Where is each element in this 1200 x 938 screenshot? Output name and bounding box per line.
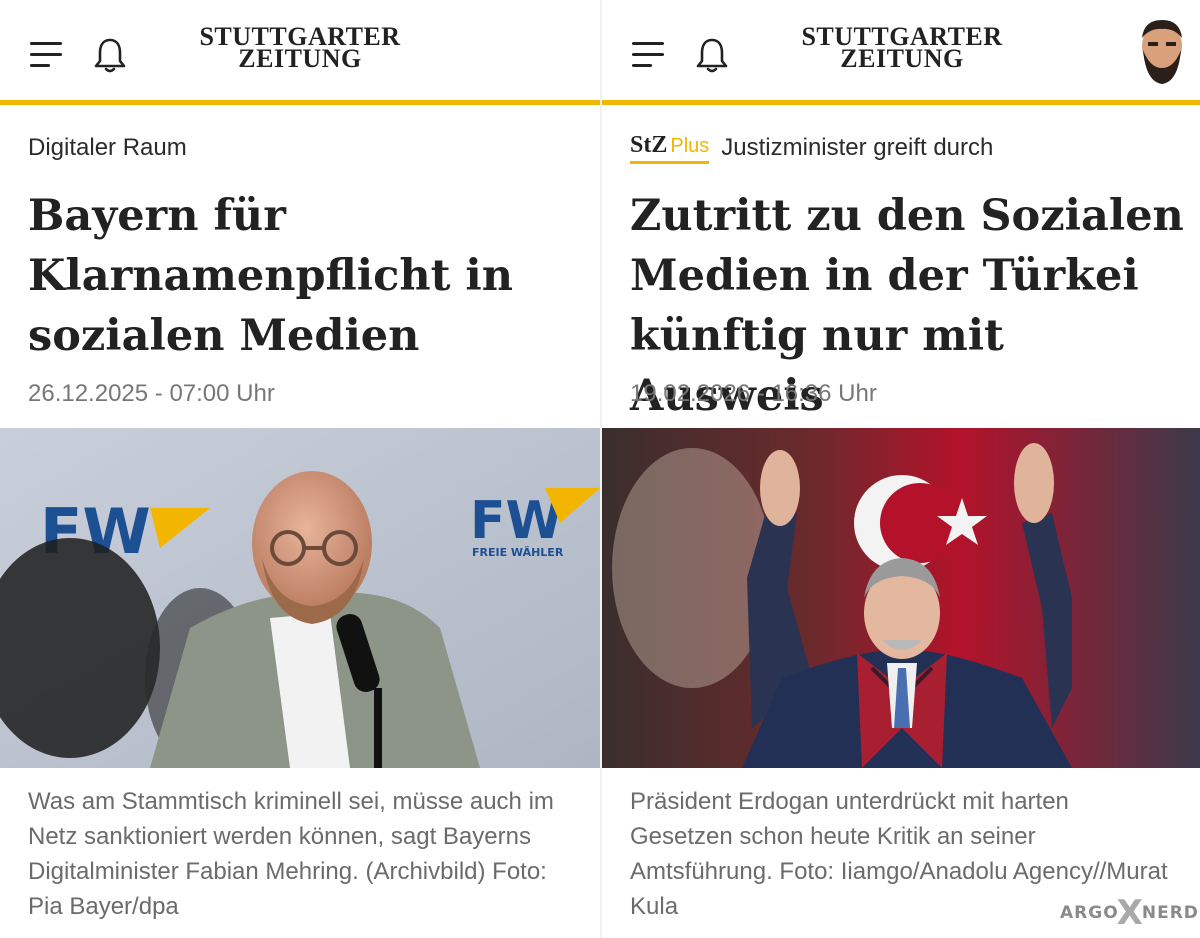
kicker-row: StZ Plus Justizminister greift durch: [630, 130, 993, 166]
article-kicker: Digitaler Raum: [28, 134, 187, 161]
brand-line-2: ZEITUNG: [238, 44, 362, 73]
app-header: STUTTGARTER ZEITUNG: [0, 0, 600, 105]
bell-icon[interactable]: [694, 36, 730, 74]
bell-icon[interactable]: [92, 36, 128, 74]
article-date: 19.02.2026 - 16:36 Uhr: [630, 380, 877, 407]
brand-logo[interactable]: STUTTGARTER ZEITUNG: [792, 24, 1012, 73]
menu-icon[interactable]: [28, 38, 64, 72]
brand-logo[interactable]: STUTTGARTER ZEITUNG: [190, 24, 410, 73]
header-accent-line: [0, 100, 600, 105]
header-accent-line: [602, 100, 1200, 105]
article-panel-right: STUTTGARTER ZEITUNG StZ Plus Justizminis…: [602, 0, 1200, 938]
article-date: 26.12.2025 - 07:00 Uhr: [28, 380, 275, 407]
article-kicker: Justizminister greift durch: [721, 134, 994, 161]
press-conference-photo: FW FW FREIE WÄHLER: [0, 428, 600, 768]
stz-plus-badge[interactable]: StZ Plus: [630, 132, 710, 164]
article-caption: Was am Stammtisch kriminell sei, müsse a…: [28, 788, 554, 920]
menu-icon[interactable]: [630, 38, 666, 72]
rally-photo: [602, 428, 1200, 768]
plus-badge-text: Plus: [670, 135, 710, 157]
banner-subtext: FREIE WÄHLER: [472, 545, 564, 559]
watermark-logo: ARGOXNERD: [1060, 893, 1199, 933]
avatar-icon[interactable]: [1134, 16, 1190, 86]
app-header: STUTTGARTER ZEITUNG: [602, 0, 1200, 105]
watermark-left: ARGO: [1060, 903, 1119, 923]
watermark-x: X: [1116, 893, 1144, 933]
brand-line-2: ZEITUNG: [840, 44, 964, 73]
watermark-right: NERD: [1141, 903, 1199, 923]
article-photo[interactable]: [602, 428, 1200, 768]
article-panel-left: STUTTGARTER ZEITUNG Digitaler Raum Bayer…: [0, 0, 600, 938]
kicker-row: Digitaler Raum: [28, 130, 187, 166]
banner-logo-right: FW: [470, 491, 563, 551]
article-photo[interactable]: FW FW FREIE WÄHLER: [0, 428, 600, 768]
article-headline[interactable]: Bayern für Klarnamenpflicht in sozialen …: [28, 186, 588, 366]
stz-badge-text: StZ: [630, 132, 668, 158]
